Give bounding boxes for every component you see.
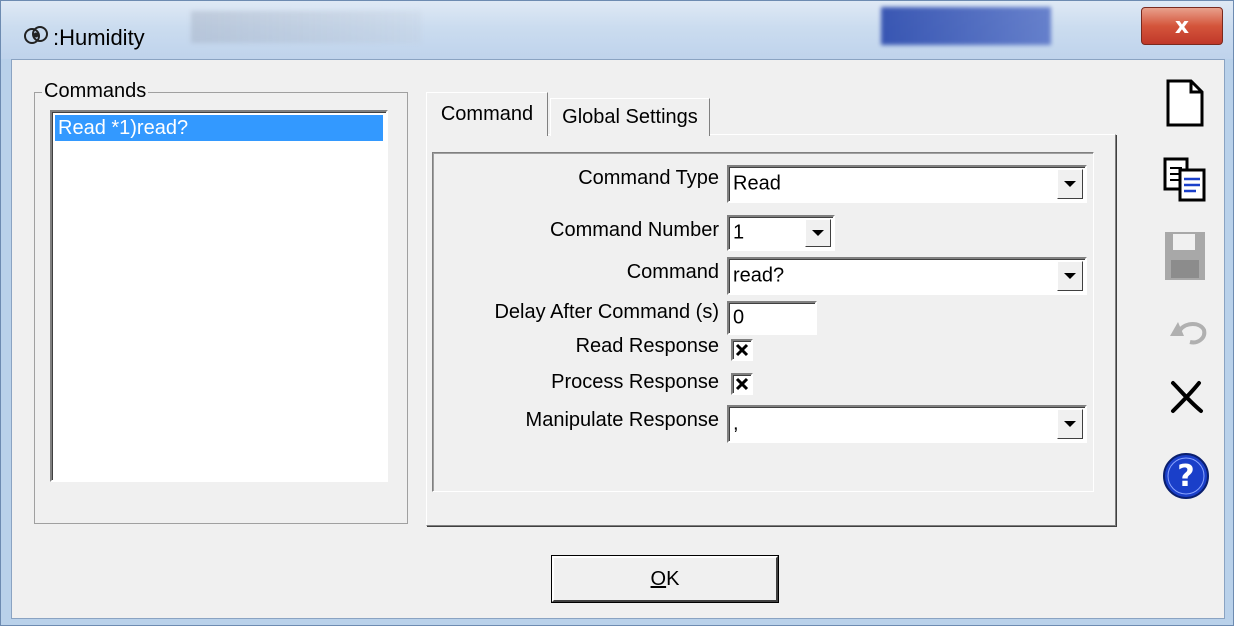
svg-text:?: ?: [1177, 459, 1194, 494]
command-type-select[interactable]: Read: [727, 165, 1087, 203]
chevron-down-icon[interactable]: [1057, 169, 1083, 199]
commands-groupbox-label: Commands: [42, 80, 149, 103]
chevron-down-icon[interactable]: [1057, 261, 1083, 291]
ok-mnemonic: O: [650, 567, 667, 590]
command-number-label: Command Number: [550, 219, 719, 241]
tab-label: Global Settings: [562, 106, 698, 128]
delete-icon[interactable]: [1166, 376, 1208, 418]
new-document-icon[interactable]: [1162, 76, 1208, 130]
dialog-window: :Humidity x Commands Read *1)read? Globa…: [0, 0, 1234, 626]
app-icon: [24, 26, 48, 44]
ok-button[interactable]: OK: [552, 556, 778, 602]
delay-input[interactable]: 0: [727, 301, 817, 335]
chevron-down-icon[interactable]: [805, 219, 831, 247]
command-type-value: Read: [733, 172, 781, 195]
copy-icon[interactable]: [1160, 154, 1210, 204]
list-item[interactable]: Read *1)read?: [55, 115, 383, 141]
checkmark-icon: [735, 343, 749, 357]
tab-command[interactable]: Command: [426, 92, 548, 136]
dialog-client-area: Commands Read *1)read? Global Settings C…: [11, 59, 1225, 619]
ok-label-rest: K: [666, 567, 680, 590]
command-number-value: 1: [733, 221, 745, 244]
manipulate-response-select[interactable]: ,: [727, 405, 1087, 443]
save-icon: [1162, 228, 1208, 284]
tab-global-settings[interactable]: Global Settings: [550, 98, 710, 136]
commands-listbox[interactable]: Read *1)read?: [50, 110, 388, 482]
command-settings-panel: Command Type Command Number Command Dela…: [432, 152, 1094, 492]
command-select[interactable]: read?: [727, 257, 1087, 295]
title-bar[interactable]: :Humidity x: [1, 1, 1233, 59]
manipulate-response-label: Manipulate Response: [525, 409, 719, 431]
command-type-label: Command Type: [578, 167, 719, 189]
undo-icon: [1164, 312, 1212, 352]
background-blur: [191, 11, 421, 43]
process-response-checkbox[interactable]: [731, 373, 753, 395]
delay-value: 0: [733, 306, 745, 329]
help-icon[interactable]: ?: [1160, 450, 1212, 502]
window-title: :Humidity: [53, 25, 145, 50]
background-blur-blue: [881, 7, 1051, 45]
read-response-label: Read Response: [575, 335, 719, 357]
read-response-checkbox[interactable]: [731, 339, 753, 361]
command-value: read?: [733, 264, 785, 287]
command-label: Command: [626, 261, 719, 283]
command-number-select[interactable]: 1: [727, 215, 835, 251]
checkmark-icon: [735, 377, 749, 391]
chevron-down-icon[interactable]: [1057, 409, 1083, 439]
labels-column: Command Type Command Number Command Dela…: [433, 153, 719, 491]
tab-label: Command: [440, 103, 534, 125]
manipulate-response-value: ,: [733, 412, 739, 435]
delay-label: Delay After Command (s): [494, 301, 719, 323]
close-icon: x: [1174, 13, 1190, 39]
process-response-label: Process Response: [551, 371, 719, 393]
close-button[interactable]: x: [1141, 7, 1223, 45]
